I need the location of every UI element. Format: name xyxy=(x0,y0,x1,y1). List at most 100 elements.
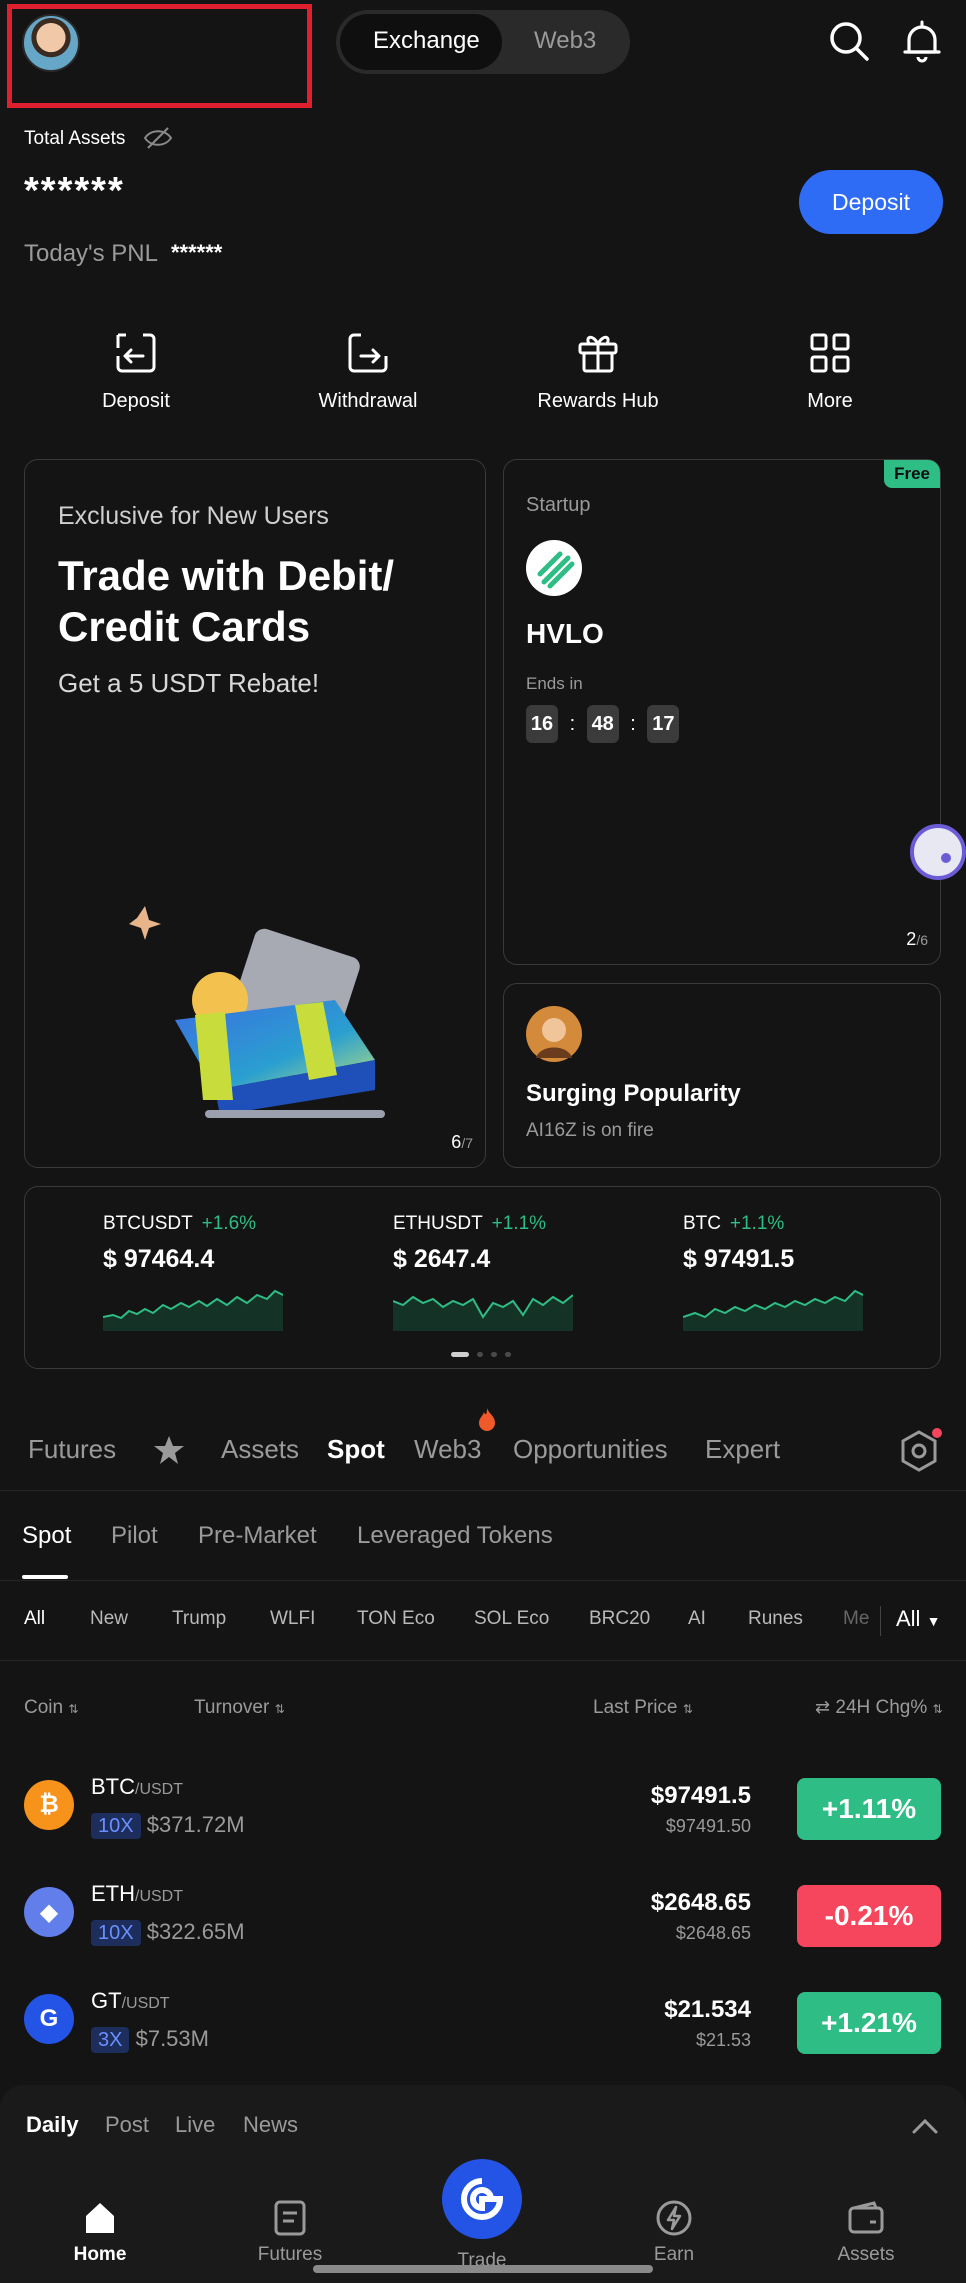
tab-assets[interactable]: Assets xyxy=(221,1434,299,1465)
eye-hidden-icon[interactable] xyxy=(143,125,173,151)
pnl-label: Today's PNL xyxy=(24,240,158,267)
chips-separator xyxy=(880,1606,881,1636)
popularity-card[interactable]: Surging Popularity AI16Z is on fire xyxy=(503,983,941,1168)
nav-assets-label: Assets xyxy=(837,2244,895,2265)
toggle-web3[interactable]: Web3 xyxy=(534,27,596,55)
header-coin[interactable]: Coin ⇅ xyxy=(24,1697,78,1719)
ticker-change: +1.1% xyxy=(491,1213,547,1234)
trade-fab[interactable] xyxy=(442,2159,522,2239)
startup-token: HVLO xyxy=(526,618,604,649)
header-last-price[interactable]: Last Price ⇅ xyxy=(593,1697,693,1719)
quick-deposit-label: Deposit xyxy=(102,390,170,412)
change-badge[interactable]: -0.21% xyxy=(797,1885,941,1947)
assistant-bubble-icon[interactable] xyxy=(910,824,966,880)
star-icon[interactable] xyxy=(153,1434,185,1466)
tab-opportunities[interactable]: Opportunities xyxy=(513,1434,668,1465)
table-row[interactable]: ₿ BTC/USDT 10X $371.72M $97491.5 $97491.… xyxy=(0,1772,966,1862)
promo-title-line1: Trade with Debit/ xyxy=(58,552,395,599)
ticker-price: $ 97491.5 xyxy=(683,1245,795,1273)
row-symbol: GT/USDT xyxy=(91,1988,170,2014)
ticker-pager-dots xyxy=(451,1352,511,1357)
feed-tab-live[interactable]: Live xyxy=(175,2112,215,2138)
startup-card[interactable]: Free Startup HVLO Ends in 16 : 48 : 17 2… xyxy=(503,459,941,965)
chips-all-dropdown[interactable]: All ▼ xyxy=(896,1606,940,1632)
feed-tab-daily[interactable]: Daily xyxy=(26,2112,79,2138)
header-turnover[interactable]: Turnover ⇅ xyxy=(194,1697,285,1719)
total-assets-label: Total Assets xyxy=(24,128,126,149)
sort-icon: ⇅ xyxy=(682,1702,693,1716)
quick-more[interactable]: More xyxy=(740,330,920,413)
tab-spot[interactable]: Spot xyxy=(327,1434,385,1465)
nav-earn[interactable]: Earn xyxy=(614,2198,734,2266)
toggle-exchange[interactable]: Exchange xyxy=(373,27,480,55)
free-badge: Free xyxy=(884,460,940,488)
ticker-ethusdt[interactable]: ETHUSDT +1.1% $ 2647.4 xyxy=(393,1213,546,1274)
table-row[interactable]: G GT/USDT 3X $7.53M $21.534 $21.53 +1.21… xyxy=(0,1986,966,2076)
nav-home[interactable]: Home xyxy=(40,2198,160,2266)
row-meta: 10X $322.65M xyxy=(91,1919,245,1946)
tab-expert[interactable]: Expert xyxy=(705,1434,780,1465)
feed-tab-news[interactable]: News xyxy=(243,2112,298,2138)
tab-futures[interactable]: Futures xyxy=(28,1434,116,1465)
deposit-icon xyxy=(116,333,156,373)
nav-assets[interactable]: Assets xyxy=(806,2198,926,2266)
bell-icon[interactable] xyxy=(899,18,945,64)
quick-deposit[interactable]: Deposit xyxy=(46,330,226,413)
futures-icon xyxy=(274,2200,306,2236)
countdown-sep: : xyxy=(630,713,636,735)
ticker-strip: BTCUSDT +1.6% $ 97464.4 ETHUSDT +1.1% $ … xyxy=(24,1186,941,1369)
row-price: $2648.65 xyxy=(650,1889,751,1916)
chip-wlfi[interactable]: WLFI xyxy=(270,1608,315,1630)
subtab-leveraged-tokens[interactable]: Leveraged Tokens xyxy=(357,1522,553,1550)
table-row[interactable]: ◆ ETH/USDT 10X $322.65M $2648.65 $2648.6… xyxy=(0,1879,966,1969)
startup-page-total: /6 xyxy=(916,932,928,948)
header-change[interactable]: ⇄ 24H Chg% ⇅ xyxy=(815,1697,943,1719)
startup-page-current: 2 xyxy=(906,929,917,949)
header-turnover-label: Turnover xyxy=(194,1697,270,1718)
chevron-up-icon[interactable] xyxy=(910,2116,940,2136)
chip-sol-eco[interactable]: SOL Eco xyxy=(474,1608,549,1630)
ticker-btc[interactable]: BTC +1.1% $ 97491.5 xyxy=(683,1213,794,1274)
chip-ton-eco[interactable]: TON Eco xyxy=(357,1608,435,1630)
countdown-seconds: 17 xyxy=(647,705,680,743)
startup-pager: 2/6 xyxy=(906,929,928,950)
caret-down-icon: ▼ xyxy=(926,1613,941,1629)
nav-futures[interactable]: Futures xyxy=(230,2198,350,2266)
change-badge[interactable]: +1.11% xyxy=(797,1778,941,1840)
feed-tab-post[interactable]: Post xyxy=(105,2112,149,2138)
chip-ai[interactable]: AI xyxy=(688,1608,706,1630)
chip-runes[interactable]: Runes xyxy=(748,1608,803,1630)
subtab-pilot[interactable]: Pilot xyxy=(111,1522,158,1550)
row-meta: 10X $371.72M xyxy=(91,1812,245,1839)
swap-icon: ⇄ xyxy=(815,1697,831,1717)
countdown-minutes: 48 xyxy=(586,705,619,743)
tab-web3[interactable]: Web3 xyxy=(414,1434,481,1465)
chip-new[interactable]: New xyxy=(90,1608,128,1630)
quick-withdrawal[interactable]: Withdrawal xyxy=(278,330,458,413)
row-price: $97491.5 xyxy=(650,1782,751,1809)
promo-card[interactable]: Exclusive for New Users Trade with Debit… xyxy=(24,459,486,1168)
ticker-change: +1.1% xyxy=(729,1213,785,1234)
deposit-button[interactable]: Deposit xyxy=(799,170,943,234)
total-assets-value: ****** xyxy=(24,170,125,212)
chip-brc20[interactable]: BRC20 xyxy=(589,1608,650,1630)
search-icon[interactable] xyxy=(826,18,872,64)
header-last-price-label: Last Price xyxy=(593,1697,678,1718)
ticker-price: $ 97464.4 xyxy=(103,1245,215,1273)
settings-hex-icon[interactable] xyxy=(896,1428,942,1474)
chip-all[interactable]: All xyxy=(24,1608,45,1630)
row-price: $21.534 xyxy=(664,1996,751,2023)
change-badge[interactable]: +1.21% xyxy=(797,1992,941,2054)
quick-rewards-hub[interactable]: Rewards Hub xyxy=(508,330,688,413)
subtab-pre-market[interactable]: Pre-Market xyxy=(198,1522,317,1550)
chip-more-cut[interactable]: Me xyxy=(843,1608,869,1630)
popularity-subtitle: AI16Z is on fire xyxy=(526,1120,654,1141)
sort-icon: ⇅ xyxy=(932,1702,943,1716)
chip-trump[interactable]: Trump xyxy=(172,1608,226,1630)
ticker-btcusdt[interactable]: BTCUSDT +1.6% $ 97464.4 xyxy=(103,1213,256,1274)
quick-withdrawal-label: Withdrawal xyxy=(318,390,418,412)
subtab-indicator xyxy=(22,1575,68,1579)
row-symbol: BTC/USDT xyxy=(91,1774,183,1800)
market-tabs: Futures Assets Spot Web3 Opportunities E… xyxy=(0,1408,966,1494)
subtab-spot[interactable]: Spot xyxy=(22,1522,71,1550)
